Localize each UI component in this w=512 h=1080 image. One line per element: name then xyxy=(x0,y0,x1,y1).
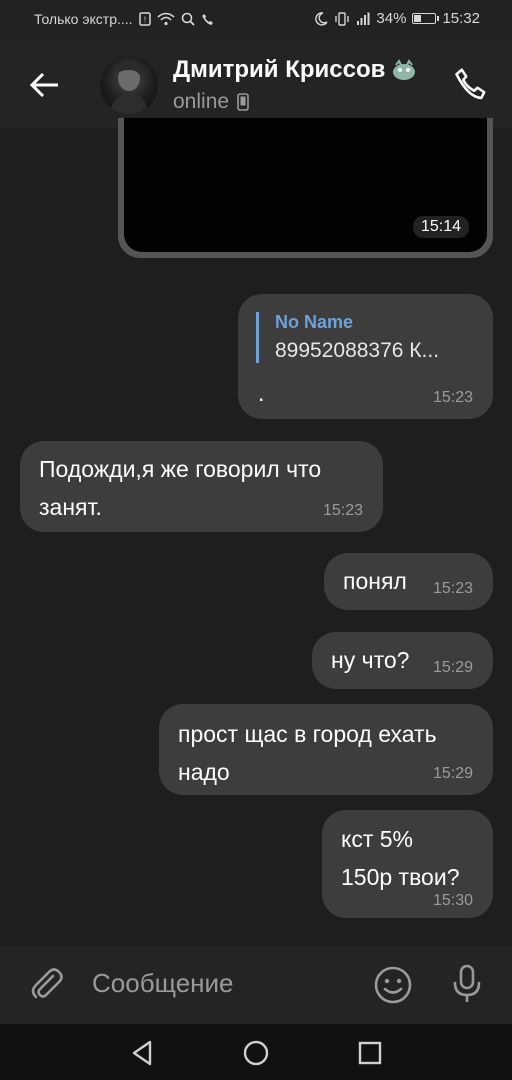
chat-header: Дмитрий Криссов online xyxy=(0,38,512,128)
arrow-left-icon xyxy=(29,72,58,98)
quote-sender: No Name xyxy=(275,312,354,332)
message-time: 15:14 xyxy=(412,216,469,238)
back-button[interactable] xyxy=(24,64,66,106)
message-text: понял xyxy=(343,568,407,594)
nav-recents-button[interactable] xyxy=(355,1038,385,1068)
outgoing-message[interactable]: ну что? 15:29 xyxy=(312,632,493,689)
microphone-icon xyxy=(453,964,481,1002)
message-time: 15:23 xyxy=(432,580,473,597)
contact-status: online xyxy=(173,90,249,114)
outgoing-message[interactable]: понял 15:23 xyxy=(324,553,493,610)
message-time: 15:23 xyxy=(432,389,473,406)
message-input[interactable]: Сообщение xyxy=(92,968,234,999)
battery-icon xyxy=(412,13,440,24)
status-bar: Только экстр.... ! 34% 15:32 xyxy=(0,0,512,38)
quote-text: 89952088376 К... xyxy=(275,339,440,362)
message-time: 15:23 xyxy=(322,502,363,519)
status-text: online xyxy=(173,90,230,113)
emoji-button[interactable] xyxy=(372,964,414,1006)
svg-text:!: ! xyxy=(143,16,145,25)
attach-button[interactable] xyxy=(26,964,66,1004)
nav-back-icon xyxy=(132,1040,152,1066)
call-button[interactable] xyxy=(448,62,492,106)
contact-name-text: Дмитрий Криссов xyxy=(173,56,386,83)
moon-icon xyxy=(315,11,329,26)
nav-back-button[interactable] xyxy=(128,1038,158,1068)
signal-icon xyxy=(357,12,370,25)
sim-icon: ! xyxy=(138,12,151,26)
media-preview[interactable]: 15:14 xyxy=(124,118,487,252)
carrier-label: Только экстр.... xyxy=(34,11,133,27)
message-line: прост щас в город ехать xyxy=(178,721,437,747)
message-time: 15:29 xyxy=(432,765,473,782)
reply-quote[interactable]: No Name 89952088376 К... xyxy=(256,312,439,363)
outgoing-message[interactable]: прост щас в город ехать надо 15:29 xyxy=(159,704,493,795)
system-nav-bar xyxy=(0,1024,512,1080)
message-line: Подожди,я же говорил что xyxy=(39,456,322,482)
composer: Сообщение xyxy=(0,946,512,1024)
nav-home-button[interactable] xyxy=(241,1038,271,1068)
avatar[interactable] xyxy=(100,56,158,114)
message-line: занят. xyxy=(39,494,102,520)
phone-small-icon xyxy=(201,13,213,25)
message-text: ну что? xyxy=(331,647,410,673)
outgoing-message[interactable]: No Name 89952088376 К... . 15:23 xyxy=(238,294,493,419)
message-line: 150р твои? xyxy=(341,864,460,890)
clock: 15:32 xyxy=(442,10,480,27)
emoji-badge-icon xyxy=(393,59,416,80)
phone-icon xyxy=(455,68,486,100)
nav-recents-icon xyxy=(358,1041,382,1065)
message-text: . xyxy=(258,380,265,406)
mic-button[interactable] xyxy=(446,962,488,1006)
message-time: 15:30 xyxy=(432,892,473,909)
paperclip-icon xyxy=(31,968,63,999)
battery-level xyxy=(414,15,421,22)
message-line: кст 5% xyxy=(341,826,413,852)
contact-name[interactable]: Дмитрий Криссов xyxy=(173,56,417,84)
mobile-device-icon xyxy=(237,93,249,111)
outgoing-message[interactable]: кст 5% 150р твои? 15:30 xyxy=(322,810,493,918)
emoji-icon xyxy=(374,966,412,1004)
nav-home-icon xyxy=(243,1040,269,1066)
search-icon xyxy=(181,12,195,26)
message-time: 15:29 xyxy=(432,659,473,676)
battery-percent: 34% xyxy=(376,10,407,27)
avatar-photo xyxy=(110,63,148,114)
vibrate-icon xyxy=(335,11,350,26)
message-list[interactable]: 15:14 No Name 89952088376 К... . 15:23 П… xyxy=(0,118,512,946)
message-line: надо xyxy=(178,759,230,785)
wifi-icon xyxy=(157,12,175,26)
incoming-message[interactable]: Подожди,я же говорил что занят. 15:23 xyxy=(20,441,383,532)
media-message[interactable]: 15:14 xyxy=(118,118,493,258)
